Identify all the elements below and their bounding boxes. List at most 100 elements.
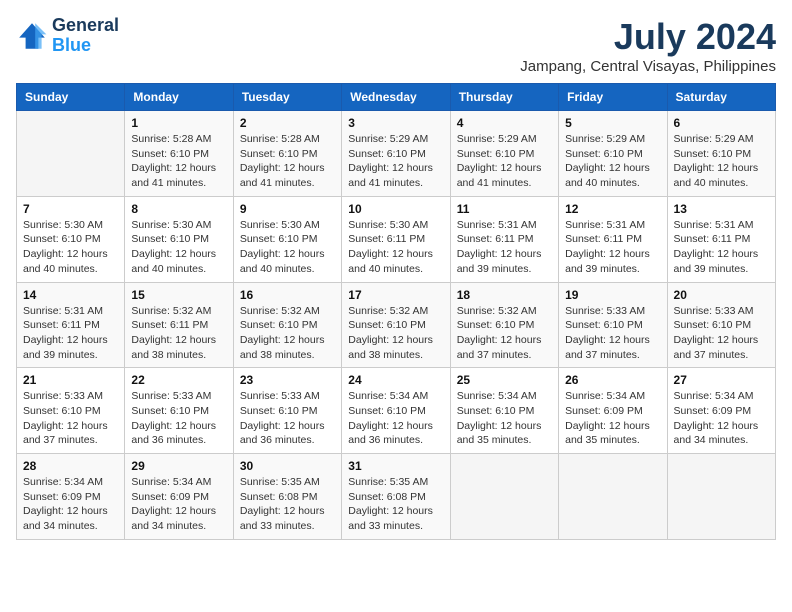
weekday-header-monday: Monday xyxy=(125,84,233,111)
day-number: 27 xyxy=(674,373,769,387)
week-row-1: 1 Sunrise: 5:28 AMSunset: 6:10 PMDaylight… xyxy=(17,111,776,197)
day-number: 16 xyxy=(240,288,335,302)
day-number: 26 xyxy=(565,373,660,387)
month-title: July 2024 xyxy=(520,16,776,58)
day-number: 14 xyxy=(23,288,118,302)
day-number: 24 xyxy=(348,373,443,387)
day-info: Sunrise: 5:33 AMSunset: 6:10 PMDaylight:… xyxy=(131,389,226,448)
day-info: Sunrise: 5:28 AMSunset: 6:10 PMDaylight:… xyxy=(240,132,335,191)
calendar-cell: 6Sunrise: 5:29 AMSunset: 6:10 PMDaylight… xyxy=(667,111,775,197)
day-info: Sunrise: 5:32 AMSunset: 6:10 PMDaylight:… xyxy=(457,304,552,363)
calendar-cell: 10 Sunrise: 5:30 AMSunset: 6:11 PMDayligh… xyxy=(342,196,450,282)
calendar-cell: 9Sunrise: 5:30 AMSunset: 6:10 PMDaylight… xyxy=(233,196,341,282)
calendar-cell: 18 Sunrise: 5:32 AMSunset: 6:10 PMDayligh… xyxy=(450,282,558,368)
calendar-cell xyxy=(667,454,775,540)
day-number: 18 xyxy=(457,288,552,302)
calendar-cell: 28 Sunrise: 5:34 AMSunset: 6:09 PMDayligh… xyxy=(17,454,125,540)
day-info: Sunrise: 5:30 AMSunset: 6:10 PMDaylight:… xyxy=(23,218,118,277)
week-row-3: 14 Sunrise: 5:31 AMSunset: 6:11 PMDayligh… xyxy=(17,282,776,368)
calendar-cell: 31Sunrise: 5:35 AMSunset: 6:08 PMDayligh… xyxy=(342,454,450,540)
day-info: Sunrise: 5:29 AMSunset: 6:10 PMDaylight:… xyxy=(674,132,769,191)
day-number: 5 xyxy=(565,116,660,130)
weekday-header-sunday: Sunday xyxy=(17,84,125,111)
day-info: Sunrise: 5:33 AMSunset: 6:10 PMDaylight:… xyxy=(23,389,118,448)
day-info: Sunrise: 5:30 AMSunset: 6:11 PMDaylight:… xyxy=(348,218,443,277)
week-row-4: 21 Sunrise: 5:33 AMSunset: 6:10 PMDayligh… xyxy=(17,368,776,454)
calendar-cell: 2 Sunrise: 5:28 AMSunset: 6:10 PMDaylight… xyxy=(233,111,341,197)
day-number: 8 xyxy=(131,202,226,216)
calendar-cell: 26 Sunrise: 5:34 AMSunset: 6:09 PMDayligh… xyxy=(559,368,667,454)
day-info: Sunrise: 5:32 AMSunset: 6:10 PMDaylight:… xyxy=(240,304,335,363)
logo-text: GeneralBlue xyxy=(52,16,119,56)
day-info: Sunrise: 5:34 AMSunset: 6:09 PMDaylight:… xyxy=(23,475,118,534)
calendar-cell: 13 Sunrise: 5:31 AMSunset: 6:11 PMDayligh… xyxy=(667,196,775,282)
day-number: 31 xyxy=(348,459,443,473)
weekday-header-wednesday: Wednesday xyxy=(342,84,450,111)
day-number: 2 xyxy=(240,116,335,130)
weekday-header-saturday: Saturday xyxy=(667,84,775,111)
logo: GeneralBlue xyxy=(16,16,119,56)
calendar-cell: 22 Sunrise: 5:33 AMSunset: 6:10 PMDayligh… xyxy=(125,368,233,454)
day-number: 15 xyxy=(131,288,226,302)
calendar-cell xyxy=(17,111,125,197)
day-number: 25 xyxy=(457,373,552,387)
calendar-cell xyxy=(450,454,558,540)
logo-icon xyxy=(16,20,48,52)
calendar-cell: 15Sunrise: 5:32 AMSunset: 6:11 PMDayligh… xyxy=(125,282,233,368)
day-number: 13 xyxy=(674,202,769,216)
calendar-cell: 14 Sunrise: 5:31 AMSunset: 6:11 PMDayligh… xyxy=(17,282,125,368)
weekday-header-thursday: Thursday xyxy=(450,84,558,111)
calendar-cell: 17Sunrise: 5:32 AMSunset: 6:10 PMDayligh… xyxy=(342,282,450,368)
calendar-cell: 16 Sunrise: 5:32 AMSunset: 6:10 PMDayligh… xyxy=(233,282,341,368)
calendar-table: SundayMondayTuesdayWednesdayThursdayFrid… xyxy=(16,83,776,540)
day-number: 19 xyxy=(565,288,660,302)
day-number: 22 xyxy=(131,373,226,387)
day-number: 3 xyxy=(348,116,443,130)
title-block: July 2024 Jampang, Central Visayas, Phil… xyxy=(520,16,776,75)
day-info: Sunrise: 5:33 AMSunset: 6:10 PMDaylight:… xyxy=(565,304,660,363)
day-number: 23 xyxy=(240,373,335,387)
day-number: 12 xyxy=(565,202,660,216)
calendar-cell: 24 Sunrise: 5:34 AMSunset: 6:10 PMDayligh… xyxy=(342,368,450,454)
day-info: Sunrise: 5:29 AMSunset: 6:10 PMDaylight:… xyxy=(565,132,660,191)
calendar-cell: 1Sunrise: 5:28 AMSunset: 6:10 PMDaylight… xyxy=(125,111,233,197)
day-info: Sunrise: 5:32 AMSunset: 6:10 PMDaylight:… xyxy=(348,304,443,363)
calendar-cell: 8Sunrise: 5:30 AMSunset: 6:10 PMDaylight… xyxy=(125,196,233,282)
day-info: Sunrise: 5:31 AMSunset: 6:11 PMDaylight:… xyxy=(565,218,660,277)
day-info: Sunrise: 5:35 AMSunset: 6:08 PMDaylight:… xyxy=(240,475,335,534)
day-number: 7 xyxy=(23,202,118,216)
calendar-cell: 7 Sunrise: 5:30 AMSunset: 6:10 PMDaylight… xyxy=(17,196,125,282)
calendar-cell: 19 Sunrise: 5:33 AMSunset: 6:10 PMDayligh… xyxy=(559,282,667,368)
day-number: 28 xyxy=(23,459,118,473)
weekday-header-tuesday: Tuesday xyxy=(233,84,341,111)
week-row-2: 7 Sunrise: 5:30 AMSunset: 6:10 PMDaylight… xyxy=(17,196,776,282)
calendar-cell: 29 Sunrise: 5:34 AMSunset: 6:09 PMDayligh… xyxy=(125,454,233,540)
calendar-cell: 21 Sunrise: 5:33 AMSunset: 6:10 PMDayligh… xyxy=(17,368,125,454)
weekday-header-friday: Friday xyxy=(559,84,667,111)
calendar-cell: 3 Sunrise: 5:29 AMSunset: 6:10 PMDaylight… xyxy=(342,111,450,197)
day-number: 11 xyxy=(457,202,552,216)
day-info: Sunrise: 5:34 AMSunset: 6:09 PMDaylight:… xyxy=(565,389,660,448)
weekday-header-row: SundayMondayTuesdayWednesdayThursdayFrid… xyxy=(17,84,776,111)
day-number: 10 xyxy=(348,202,443,216)
day-number: 4 xyxy=(457,116,552,130)
day-info: Sunrise: 5:31 AMSunset: 6:11 PMDaylight:… xyxy=(23,304,118,363)
day-number: 9 xyxy=(240,202,335,216)
calendar-cell: 27Sunrise: 5:34 AMSunset: 6:09 PMDayligh… xyxy=(667,368,775,454)
calendar-cell: 20Sunrise: 5:33 AMSunset: 6:10 PMDayligh… xyxy=(667,282,775,368)
day-info: Sunrise: 5:29 AMSunset: 6:10 PMDaylight:… xyxy=(457,132,552,191)
calendar-cell: 4 Sunrise: 5:29 AMSunset: 6:10 PMDaylight… xyxy=(450,111,558,197)
day-info: Sunrise: 5:34 AMSunset: 6:09 PMDaylight:… xyxy=(131,475,226,534)
day-info: Sunrise: 5:31 AMSunset: 6:11 PMDaylight:… xyxy=(674,218,769,277)
calendar-cell: 12 Sunrise: 5:31 AMSunset: 6:11 PMDayligh… xyxy=(559,196,667,282)
day-info: Sunrise: 5:29 AMSunset: 6:10 PMDaylight:… xyxy=(348,132,443,191)
location-title: Jampang, Central Visayas, Philippines xyxy=(520,58,776,75)
day-number: 1 xyxy=(131,116,226,130)
day-info: Sunrise: 5:34 AMSunset: 6:10 PMDaylight:… xyxy=(348,389,443,448)
day-number: 21 xyxy=(23,373,118,387)
page-header: GeneralBlue July 2024 Jampang, Central V… xyxy=(16,16,776,75)
week-row-5: 28 Sunrise: 5:34 AMSunset: 6:09 PMDayligh… xyxy=(17,454,776,540)
day-number: 29 xyxy=(131,459,226,473)
day-info: Sunrise: 5:31 AMSunset: 6:11 PMDaylight:… xyxy=(457,218,552,277)
day-number: 30 xyxy=(240,459,335,473)
